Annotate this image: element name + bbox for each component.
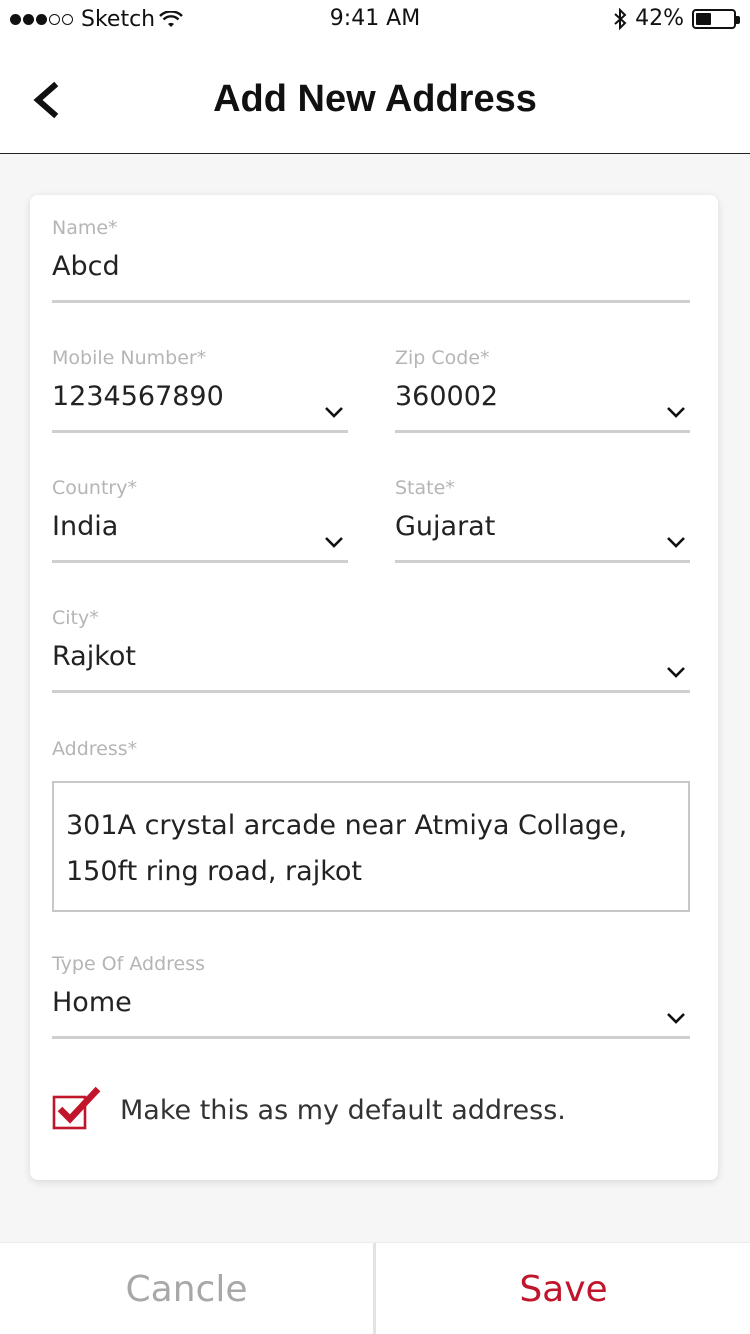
zip-code-input[interactable]: 360002 — [395, 381, 498, 412]
chevron-down-icon[interactable] — [666, 535, 686, 549]
bluetooth-icon — [614, 7, 627, 30]
state-label: State* — [395, 477, 455, 499]
mobile-underline — [52, 430, 348, 433]
name-label: Name* — [52, 217, 118, 239]
address-label: Address* — [52, 738, 138, 760]
address-type-underline — [52, 1036, 690, 1039]
address-type-value[interactable]: Home — [52, 987, 132, 1018]
nav-bar: Add New Address — [0, 40, 750, 154]
mobile-input[interactable]: 1234567890 — [52, 381, 224, 412]
state-value[interactable]: Gujarat — [395, 511, 495, 542]
name-input[interactable]: Abcd — [52, 251, 120, 282]
default-address-checkbox[interactable] — [52, 1085, 104, 1131]
zip-code-label: Zip Code* — [395, 347, 490, 369]
state-underline — [395, 560, 690, 563]
battery-fill — [696, 12, 711, 25]
address-textarea[interactable]: 301A crystal arcade near Atmiya Collage,… — [52, 781, 690, 912]
zip-code-underline — [395, 430, 690, 433]
page-title: Add New Address — [213, 78, 537, 120]
checkbox-checked-icon — [52, 1086, 101, 1130]
battery-icon — [692, 8, 740, 29]
address-form-card: Name* Abcd Mobile Number* 1234567890 Zip… — [30, 195, 718, 1180]
mobile-label: Mobile Number* — [52, 347, 207, 369]
city-underline — [52, 690, 690, 693]
country-underline — [52, 560, 348, 563]
save-button[interactable]: Save — [377, 1243, 750, 1334]
name-underline — [52, 300, 690, 303]
chevron-down-icon[interactable] — [666, 1011, 686, 1025]
status-right: 42% — [613, 6, 740, 31]
city-label: City* — [52, 607, 99, 629]
address-type-label: Type Of Address — [52, 953, 206, 975]
address-type-select[interactable]: Type Of Address Home — [52, 953, 690, 1039]
city-select[interactable]: City* Rajkot — [52, 607, 690, 693]
chevron-down-icon[interactable] — [666, 405, 686, 419]
state-select[interactable]: State* Gujarat — [395, 477, 690, 563]
chevron-down-icon[interactable] — [324, 535, 344, 549]
country-select[interactable]: Country* India — [52, 477, 348, 563]
zip-code-field[interactable]: Zip Code* 360002 — [395, 347, 690, 433]
status-bar: Sketch 9:41 AM 42% — [0, 0, 750, 40]
mobile-field[interactable]: Mobile Number* 1234567890 — [52, 347, 348, 433]
chevron-down-icon[interactable] — [666, 665, 686, 679]
country-label: Country* — [52, 477, 137, 499]
country-value[interactable]: India — [52, 511, 118, 542]
name-field[interactable]: Name* Abcd — [52, 217, 690, 303]
default-address-label[interactable]: Make this as my default address. — [120, 1095, 566, 1126]
bottom-action-bar: Cancle Save — [0, 1242, 750, 1334]
address-line-2: 150ft ring road, rajkot — [66, 856, 362, 887]
battery-percent: 42% — [635, 6, 684, 31]
cancel-button[interactable]: Cancle — [0, 1243, 373, 1334]
address-line-1: 301A crystal arcade near Atmiya Collage, — [66, 810, 628, 841]
city-value[interactable]: Rajkot — [52, 641, 136, 672]
chevron-down-icon[interactable] — [324, 405, 344, 419]
button-divider — [373, 1243, 376, 1334]
